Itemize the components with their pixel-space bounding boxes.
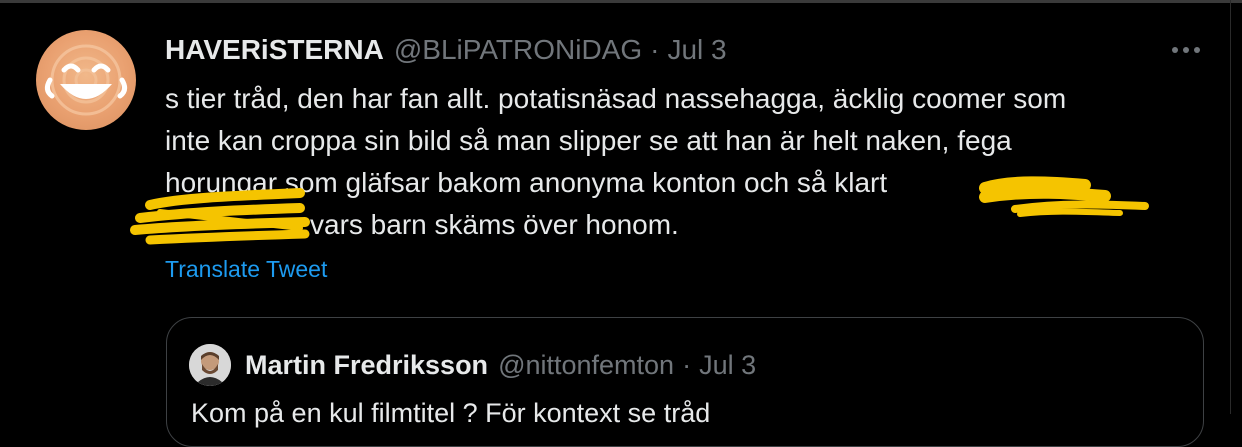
quoted-header-separator: · (682, 349, 692, 380)
tweet-date[interactable]: Jul 3 (667, 34, 726, 66)
quoted-author-name[interactable]: Martin Fredriksson (245, 350, 488, 381)
person-photo-icon (189, 344, 231, 386)
quoted-author-avatar[interactable] (189, 344, 231, 386)
quoted-tweet-date[interactable]: Jul 3 (699, 350, 756, 381)
tweet-text: s tier tråd, den har fan allt. potatisnä… (165, 78, 1205, 246)
quoted-tweet-header: Martin Fredriksson @nittonfemton · Jul 3 (245, 344, 756, 386)
tweet-text-line: s tier tråd, den har fan allt. potatisnä… (165, 83, 1067, 114)
quoted-author-handle[interactable]: @nittonfemton (498, 350, 674, 381)
tweet-text-line: vars barn skäms över honom. (165, 204, 1205, 246)
author-handle[interactable]: @BLiPATRONiDAG (394, 34, 642, 66)
header-separator: · (650, 34, 660, 65)
right-divider (1230, 0, 1231, 414)
laughing-emoji-icon (44, 44, 128, 116)
translate-tweet-link[interactable]: Translate Tweet (165, 256, 327, 283)
author-avatar[interactable] (36, 30, 136, 130)
tweet-text-fragment: s (1037, 167, 1052, 198)
more-horizontal-icon (1172, 47, 1200, 53)
more-options-button[interactable] (1168, 36, 1204, 64)
tweet-text-line: inte kan croppa sin bild så man slipper … (165, 125, 1012, 156)
top-divider (0, 0, 1242, 3)
tweet-text-fragment: horungar som gläfsar bakom anonyma konto… (165, 167, 888, 198)
tweet-text-line: horungar som gläfsar bakom anonyma konto… (165, 162, 1205, 204)
tweet-text-fragment: vars barn skäms över honom. (310, 209, 679, 240)
tweet-header: HAVERiSTERNA @BLiPATRONiDAG · Jul 3 (165, 30, 727, 70)
quoted-tweet[interactable]: Martin Fredriksson @nittonfemton · Jul 3… (166, 317, 1204, 447)
author-name[interactable]: HAVERiSTERNA (165, 34, 384, 66)
